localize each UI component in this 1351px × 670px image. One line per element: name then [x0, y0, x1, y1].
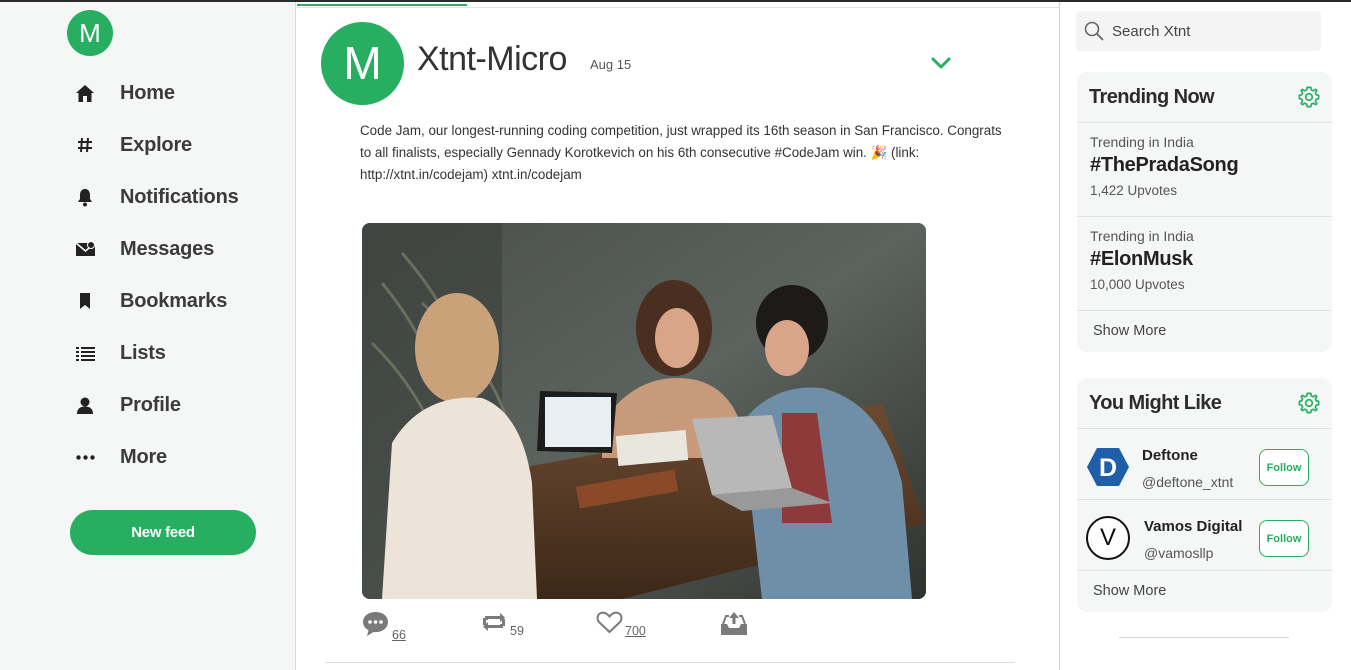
nav-label: Lists [120, 341, 166, 364]
list-icon [74, 342, 96, 364]
suggestion-item: V Vamos Digital @vamosllp Follow [1077, 500, 1332, 571]
nav-label: More [120, 445, 167, 468]
nav-item-messages[interactable]: Messages [74, 231, 239, 267]
heart-icon [596, 611, 623, 634]
app-logo[interactable]: M [67, 10, 113, 56]
nav-label: Bookmarks [120, 289, 228, 312]
trending-show-more-link[interactable]: Show More [1077, 311, 1332, 351]
main-nav: Home Explore Notifications Messages Book… [74, 75, 239, 491]
suggestion-name[interactable]: Deftone [1142, 447, 1198, 464]
post-text: Code Jam, our longest-running coding com… [360, 123, 1002, 182]
trend-hashtag[interactable]: #ThePradaSong [1090, 154, 1319, 177]
hash-icon [74, 134, 96, 156]
trend-location: Trending in India [1090, 228, 1194, 244]
user-icon [74, 394, 96, 416]
post-author-avatar[interactable]: M [321, 22, 404, 105]
search-input[interactable] [1110, 21, 1314, 41]
divider [325, 662, 1015, 663]
suggestion-name[interactable]: Vamos Digital [1144, 518, 1242, 535]
ellipsis-icon [74, 446, 96, 468]
follow-button[interactable]: Follow [1259, 520, 1309, 557]
gear-icon[interactable] [1298, 392, 1320, 414]
trend-item[interactable]: Trending in India #ThePradaSong 1,422 Up… [1077, 123, 1332, 217]
bell-icon [74, 186, 96, 208]
new-feed-button[interactable]: New feed [70, 510, 256, 555]
follow-button[interactable]: Follow [1259, 449, 1309, 486]
trend-upvotes: 10,000 Upvotes [1090, 277, 1185, 292]
post-author-name[interactable]: Xtnt-Micro [417, 40, 567, 79]
nav-label: Explore [120, 133, 192, 156]
tab-indicator [297, 4, 467, 6]
suggestion-item: D Deftone @deftone_xtnt Follow [1077, 429, 1332, 500]
suggestion-handle: @vamosllp [1144, 545, 1214, 561]
like-count: 700 [625, 624, 646, 638]
search-icon [1084, 21, 1104, 41]
post-date: Aug 15 [590, 57, 632, 72]
bookmark-icon [74, 290, 96, 312]
like-button[interactable]: 700 [596, 610, 646, 638]
divider [1119, 637, 1289, 638]
trending-header: Trending Now [1077, 72, 1332, 123]
trend-location: Trending in India [1090, 134, 1194, 150]
nav-item-profile[interactable]: Profile [74, 387, 239, 423]
nav-label: Home [120, 81, 175, 104]
suggestion-handle: @deftone_xtnt [1142, 474, 1234, 490]
chevron-down-icon[interactable] [931, 56, 951, 70]
svg-text:D: D [1099, 454, 1117, 482]
nav-item-explore[interactable]: Explore [74, 127, 239, 163]
trending-card: Trending Now Trending in India #ThePrada… [1077, 72, 1332, 352]
suggestions-title: You Might Like [1089, 391, 1222, 414]
vamos-avatar[interactable]: V [1086, 516, 1130, 560]
trend-hashtag[interactable]: #ElonMusk [1090, 248, 1319, 271]
share-inbox-icon [721, 612, 747, 635]
gear-icon[interactable] [1298, 86, 1320, 108]
nav-item-home[interactable]: Home [74, 75, 239, 111]
trend-item[interactable]: Trending in India #ElonMusk 10,000 Upvot… [1077, 217, 1332, 311]
deftone-avatar[interactable]: D [1086, 447, 1130, 487]
trend-upvotes: 1,422 Upvotes [1090, 183, 1178, 198]
nav-item-bookmarks[interactable]: Bookmarks [74, 283, 239, 319]
repost-button[interactable]: 59 [480, 610, 524, 638]
comment-count: 66 [392, 628, 406, 642]
trending-title: Trending Now [1089, 85, 1215, 108]
post-actions: 66 59 700 [361, 610, 781, 650]
repost-icon [483, 613, 505, 631]
post-image[interactable] [362, 223, 926, 599]
nav-label: Profile [120, 393, 181, 416]
envelope-icon [74, 238, 96, 260]
home-icon [74, 82, 96, 104]
suggestions-header: You Might Like [1077, 378, 1332, 429]
comment-button[interactable]: 66 [361, 610, 406, 642]
nav-item-notifications[interactable]: Notifications [74, 179, 239, 215]
search-bar[interactable] [1076, 11, 1321, 51]
share-button[interactable] [719, 610, 749, 636]
nav-label: Notifications [120, 185, 239, 208]
nav-label: Messages [120, 237, 215, 260]
suggestions-show-more-link[interactable]: Show More [1077, 571, 1332, 611]
left-sidebar: M Home Explore Notifications Messages Bo… [0, 2, 296, 670]
divider [297, 7, 1059, 8]
right-sidebar: Trending Now Trending in India #ThePrada… [1061, 2, 1351, 670]
nav-item-lists[interactable]: Lists [74, 335, 239, 371]
comment-icon [363, 612, 388, 636]
nav-item-more[interactable]: More [74, 439, 239, 475]
suggestions-card: You Might Like D Deftone @deftone_xtnt F… [1077, 378, 1332, 612]
main-feed: M Xtnt-Micro Aug 15 Code Jam, our longes… [297, 2, 1060, 670]
repost-count: 59 [510, 624, 524, 638]
